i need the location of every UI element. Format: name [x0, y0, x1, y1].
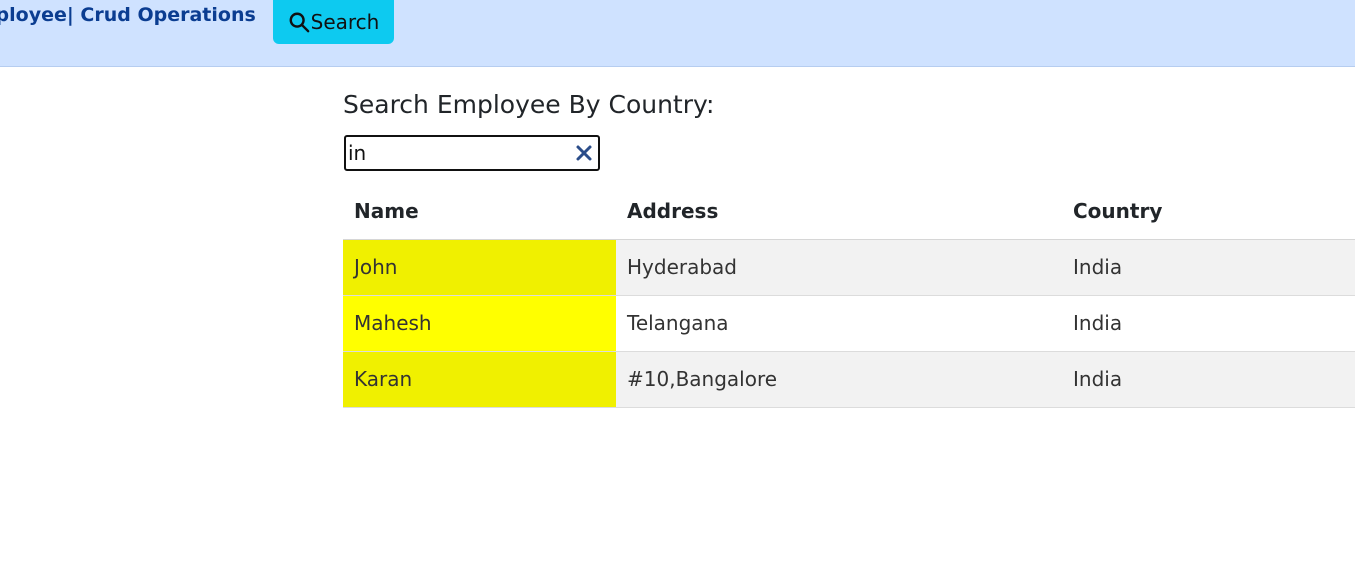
brand-link[interactable]: nployee| Crud Operations: [0, 4, 256, 26]
employee-table: Name Address Country John Hyderabad Indi…: [343, 183, 1355, 408]
table-row: John Hyderabad India: [343, 239, 1355, 296]
column-header-address: Address: [616, 183, 1062, 240]
page-heading: Search Employee By Country:: [343, 90, 715, 119]
table-row: Karan #10,Bangalore India: [343, 351, 1355, 408]
employee-name-cell: Karan: [343, 351, 616, 408]
search-button-label: Search: [310, 10, 380, 34]
close-icon[interactable]: [574, 143, 594, 163]
employee-name-cell: Mahesh: [343, 295, 616, 352]
search-button[interactable]: Search: [273, 0, 394, 44]
employee-address-cell: #10,Bangalore: [616, 351, 1062, 408]
search-icon: [289, 12, 309, 33]
employee-country-cell: India: [1062, 351, 1355, 408]
employee-address-cell: Hyderabad: [616, 239, 1062, 296]
employee-country-cell: India: [1062, 239, 1355, 296]
country-search-input[interactable]: [346, 137, 566, 169]
column-header-country: Country: [1062, 183, 1355, 240]
column-header-name: Name: [343, 183, 616, 240]
table-row: Mahesh Telangana India: [343, 295, 1355, 352]
table-header-row: Name Address Country: [343, 183, 1355, 240]
employee-country-cell: India: [1062, 295, 1355, 352]
navbar: nployee| Crud Operations Search: [0, 0, 1355, 67]
country-search-field: [344, 135, 600, 171]
employee-address-cell: Telangana: [616, 295, 1062, 352]
employee-name-cell: John: [343, 239, 616, 296]
